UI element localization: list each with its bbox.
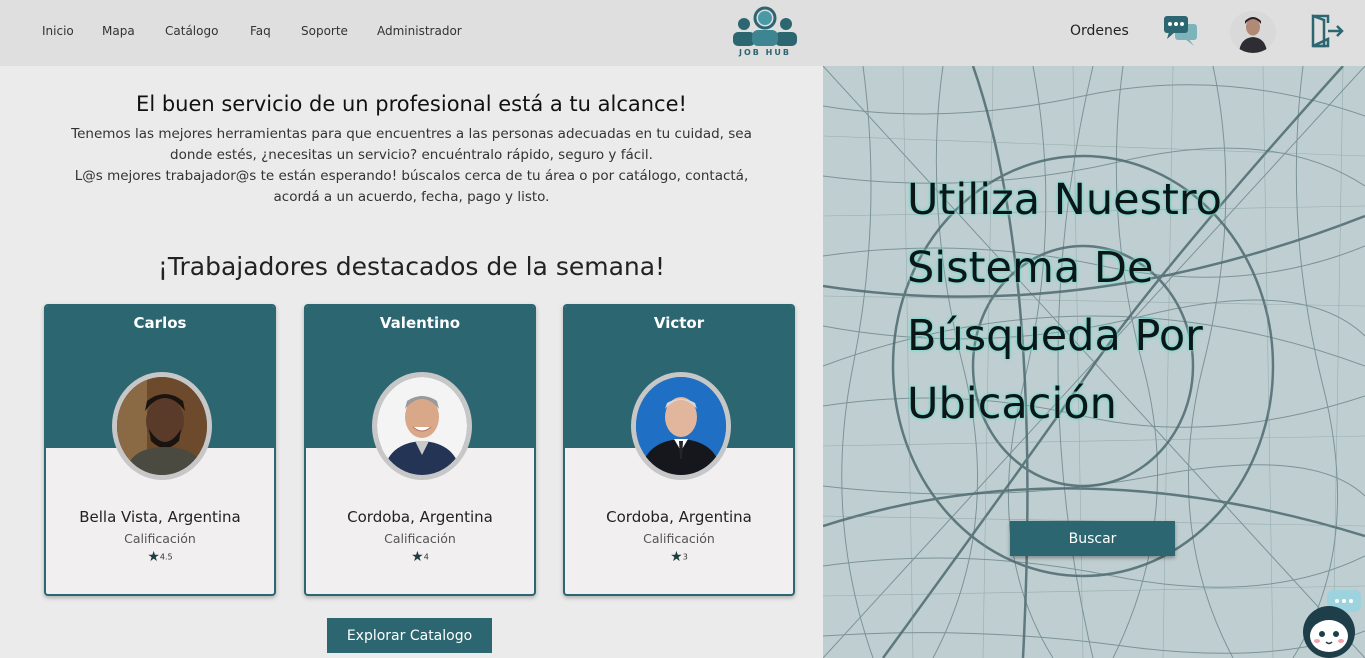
top-navbar: Inicio Mapa Catálogo Faq Soporte Adminis…: [0, 0, 1365, 66]
worker-name: Victor: [653, 314, 705, 332]
people-group-icon: [733, 6, 797, 46]
rating-label: Calificación: [384, 531, 456, 546]
nav-catalogo[interactable]: Catálogo: [165, 24, 218, 38]
logo-text: JOB HUB: [739, 48, 791, 57]
map-title-line: Utiliza Nuestro: [907, 175, 1222, 225]
star-icon: ★: [670, 549, 683, 565]
worker-location: Cordoba, Argentina: [347, 508, 493, 526]
worker-card-valentino[interactable]: Valentino Cordoba, Argentina Calificació…: [304, 304, 536, 596]
hero-description: Tenemos las mejores herramientas para qu…: [45, 124, 778, 208]
map-title-line: Ubicación: [907, 379, 1117, 429]
rating-value: 4: [423, 552, 429, 562]
rating: ★4.5: [46, 549, 274, 565]
logout-door-icon[interactable]: [1308, 13, 1346, 49]
nav-soporte[interactable]: Soporte: [301, 24, 348, 38]
hero-line: L@s mejores trabajador@s te están espera…: [74, 168, 749, 184]
nav-mapa[interactable]: Mapa: [102, 24, 135, 38]
worker-name: Carlos: [133, 314, 187, 332]
nav-inicio[interactable]: Inicio: [42, 24, 74, 38]
explore-catalog-button[interactable]: Explorar Catalogo: [327, 618, 492, 653]
worker-photo: [372, 372, 472, 480]
rating-label: Calificación: [124, 531, 196, 546]
hero-line: acordá a un acuerdo, fecha, pago y listo…: [273, 189, 550, 205]
map-panel-title: Utiliza Nuestro Sistema De Búsqueda Por …: [907, 166, 1327, 438]
user-avatar[interactable]: [1230, 11, 1276, 53]
search-button[interactable]: Buscar: [1010, 521, 1175, 556]
chat-bubbles-icon[interactable]: [1163, 14, 1199, 48]
worker-card-carlos[interactable]: Carlos Bella Vista, Argentina Calificaci…: [44, 304, 276, 596]
map-title-line: Búsqueda Por: [907, 311, 1203, 361]
rating-label: Calificación: [643, 531, 715, 546]
worker-location: Bella Vista, Argentina: [79, 508, 241, 526]
star-icon: ★: [147, 549, 160, 565]
rating-value: 3: [682, 552, 688, 562]
star-icon: ★: [411, 549, 424, 565]
main-content: El buen servicio de un profesional está …: [0, 66, 823, 658]
featured-workers-title: ¡Trabajadores destacados de la semana!: [157, 252, 666, 281]
nav-administrador[interactable]: Administrador: [377, 24, 462, 38]
worker-photo: [631, 372, 731, 480]
worker-photo: [112, 372, 212, 480]
orders-link[interactable]: Ordenes: [1070, 23, 1129, 39]
hero-line: Tenemos las mejores herramientas para qu…: [71, 126, 752, 142]
nav-faq[interactable]: Faq: [250, 24, 271, 38]
map-panel: Utiliza Nuestro Sistema De Búsqueda Por …: [823, 66, 1365, 658]
chatbot-assistant-icon[interactable]: [1299, 586, 1365, 658]
worker-card-victor[interactable]: Victor Cordoba, Argentina Calificación ★…: [563, 304, 795, 596]
map-title-line: Sistema De: [907, 243, 1154, 293]
rating: ★4: [306, 549, 534, 565]
hero-title: El buen servicio de un profesional está …: [136, 92, 687, 116]
rating: ★3: [565, 549, 793, 565]
hero-line: donde estés, ¿necesitas un servicio? enc…: [170, 147, 653, 163]
worker-location: Cordoba, Argentina: [606, 508, 752, 526]
job-hub-logo[interactable]: JOB HUB: [730, 6, 800, 60]
worker-name: Valentino: [379, 314, 461, 332]
rating-value: 4.5: [159, 552, 173, 562]
